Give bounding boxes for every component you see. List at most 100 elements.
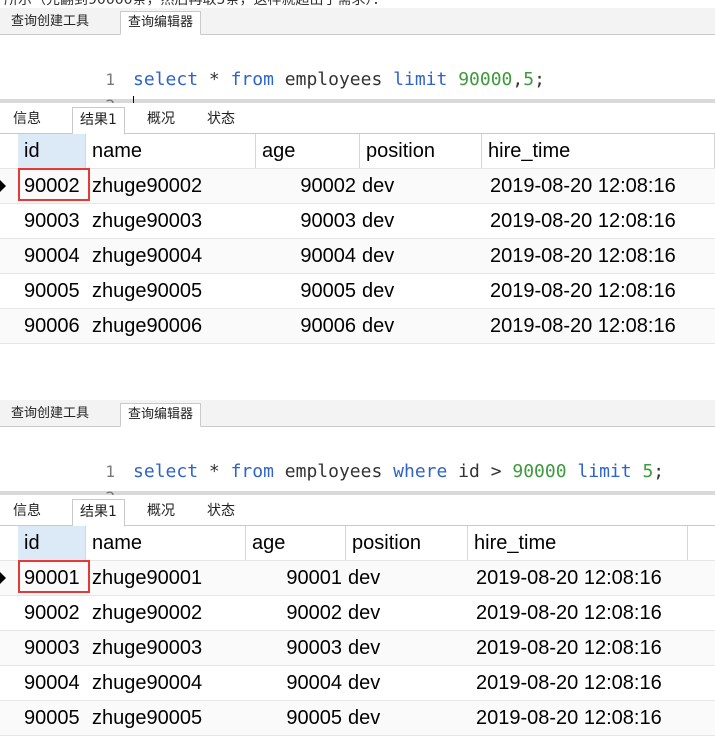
sql-token: 90000	[512, 461, 567, 482]
cell-name[interactable]: zhuge90004	[90, 666, 248, 700]
column-header-hire-time[interactable]: hire_time	[482, 134, 715, 168]
cell-id[interactable]: 90003	[18, 631, 86, 665]
cell-id[interactable]: 90005	[18, 701, 86, 735]
column-header-age[interactable]: age	[256, 134, 360, 168]
column-header-name[interactable]: name	[86, 526, 246, 560]
tab-info[interactable]: 信息	[6, 499, 48, 524]
cell-name[interactable]: zhuge90001	[90, 561, 248, 595]
table-row[interactable]: 90006 zhuge90006 90006 dev 2019-08-20 12:08:…	[0, 309, 715, 344]
editor-line-2: 2	[0, 67, 135, 116]
cell-age[interactable]: 90005	[256, 274, 360, 308]
cell-position[interactable]: dev	[346, 666, 470, 700]
query-panel-2: 查询创建工具 查询编辑器 1 select * from employees wh…	[0, 400, 715, 736]
cell-position[interactable]: dev	[360, 274, 484, 308]
tab-status[interactable]: 状态	[200, 499, 242, 524]
column-header-position[interactable]: position	[360, 134, 482, 168]
sql-editor[interactable]: 1 select * from employees where id > 9000…	[0, 427, 715, 507]
cell-position[interactable]: dev	[346, 631, 470, 665]
column-header-age[interactable]: age	[246, 526, 346, 560]
cell-id[interactable]: 90003	[18, 204, 86, 238]
cell-age[interactable]: 90004	[246, 666, 346, 700]
current-row-marker-icon	[0, 572, 6, 584]
editor-line-1: 1 select * from employees limit 90000,5;	[0, 41, 545, 90]
cell-age[interactable]: 90005	[246, 701, 346, 735]
table-row[interactable]: 90004 zhuge90004 90004 dev 2019-08-20 12:08:…	[0, 666, 715, 701]
sql-token: 90000	[458, 69, 513, 90]
sql-token: *	[198, 461, 231, 482]
cell-hire-time[interactable]: 2019-08-20 12:08:16	[474, 701, 690, 735]
sql-token: employees	[273, 461, 394, 482]
cell-hire-time[interactable]: 2019-08-20 12:08:16	[488, 274, 715, 308]
cell-name[interactable]: zhuge90004	[90, 239, 258, 273]
column-header-id[interactable]: id	[18, 134, 86, 168]
sql-token: 5	[523, 69, 535, 90]
cell-age[interactable]: 90003	[256, 204, 360, 238]
table-row[interactable]: 90005 zhuge90005 90005 dev 2019-08-20 12:08:…	[0, 701, 715, 736]
cell-position[interactable]: dev	[360, 239, 484, 273]
cell-hire-time[interactable]: 2019-08-20 12:08:16	[474, 666, 690, 700]
cell-position[interactable]: dev	[360, 169, 484, 203]
cell-position[interactable]: dev	[346, 561, 470, 595]
cell-position[interactable]: dev	[346, 596, 470, 630]
tab-result-1[interactable]: 结果1	[72, 499, 125, 527]
tab-overview[interactable]: 概况	[140, 107, 182, 132]
table-row[interactable]: 90005 zhuge90005 90005 dev 2019-08-20 12:08:…	[0, 274, 715, 309]
tab-query-builder[interactable]: 查询创建工具	[4, 403, 96, 425]
cell-age[interactable]: 90002	[256, 169, 360, 203]
cell-name[interactable]: zhuge90006	[90, 309, 258, 343]
cell-hire-time[interactable]: 2019-08-20 12:08:16	[488, 239, 715, 273]
cell-hire-time[interactable]: 2019-08-20 12:08:16	[488, 204, 715, 238]
editor-line-1: 1 select * from employees where id > 9000…	[0, 433, 664, 482]
cell-id[interactable]: 90006	[18, 309, 86, 343]
cell-hire-time[interactable]: 2019-08-20 12:08:16	[488, 169, 715, 203]
cell-id[interactable]: 90005	[18, 274, 86, 308]
cell-id[interactable]: 90001	[18, 561, 86, 595]
cell-name[interactable]: zhuge90005	[90, 701, 248, 735]
result-tabbar: 信息 结果1 概况 状态	[0, 103, 715, 135]
editor-line-2: 2	[0, 459, 133, 507]
cell-id[interactable]: 90004	[18, 666, 86, 700]
column-header-id[interactable]: id	[18, 526, 86, 560]
tab-query-builder[interactable]: 查询创建工具	[4, 11, 96, 33]
cell-age[interactable]: 90002	[246, 596, 346, 630]
cell-position[interactable]: dev	[360, 309, 484, 343]
cell-position[interactable]: dev	[360, 204, 484, 238]
column-header-position[interactable]: position	[346, 526, 468, 560]
cell-name[interactable]: zhuge90003	[90, 631, 248, 665]
column-header-hire-time[interactable]: hire_time	[468, 526, 688, 560]
cell-hire-time[interactable]: 2019-08-20 12:08:16	[488, 309, 715, 343]
cell-name[interactable]: zhuge90002	[90, 596, 248, 630]
cell-age[interactable]: 90006	[256, 309, 360, 343]
cell-name[interactable]: zhuge90005	[90, 274, 258, 308]
table-row[interactable]: 90001 zhuge90001 90001 dev 2019-08-20 12:08:…	[0, 561, 715, 596]
cell-age[interactable]: 90004	[256, 239, 360, 273]
cell-hire-time[interactable]: 2019-08-20 12:08:16	[474, 561, 690, 595]
column-header-name[interactable]: name	[86, 134, 256, 168]
tab-overview[interactable]: 概况	[140, 499, 182, 524]
cell-hire-time[interactable]: 2019-08-20 12:08:16	[474, 596, 690, 630]
cell-position[interactable]: dev	[346, 701, 470, 735]
cell-age[interactable]: 90001	[246, 561, 346, 595]
table-row[interactable]: 90002 zhuge90002 90002 dev 2019-08-20 12:08:…	[0, 596, 715, 631]
sql-editor[interactable]: 1 select * from employees limit 90000,5; …	[0, 35, 715, 116]
tab-query-editor[interactable]: 查询编辑器	[120, 11, 202, 35]
tab-info[interactable]: 信息	[6, 107, 48, 132]
cell-name[interactable]: zhuge90002	[90, 169, 258, 203]
sql-token: ;	[653, 461, 665, 482]
cell-name[interactable]: zhuge90003	[90, 204, 258, 238]
cell-age[interactable]: 90003	[246, 631, 346, 665]
tab-status[interactable]: 状态	[200, 107, 242, 132]
cell-id[interactable]: 90004	[18, 239, 86, 273]
cell-id[interactable]: 90002	[18, 169, 86, 203]
tab-result-1[interactable]: 结果1	[72, 107, 125, 135]
cell-hire-time[interactable]: 2019-08-20 12:08:16	[474, 631, 690, 665]
sql-token: select	[133, 69, 199, 90]
table-row[interactable]: 90003 zhuge90003 90003 dev 2019-08-20 12:08:…	[0, 204, 715, 239]
table-row[interactable]: 90004 zhuge90004 90004 dev 2019-08-20 12:08:…	[0, 239, 715, 274]
tab-query-editor[interactable]: 查询编辑器	[120, 403, 202, 427]
table-row[interactable]: 90002 zhuge90002 90002 dev 2019-08-20 12:08:…	[0, 169, 715, 204]
table-row[interactable]: 90003 zhuge90003 90003 dev 2019-08-20 12:08:…	[0, 631, 715, 666]
cell-id[interactable]: 90002	[18, 596, 86, 630]
